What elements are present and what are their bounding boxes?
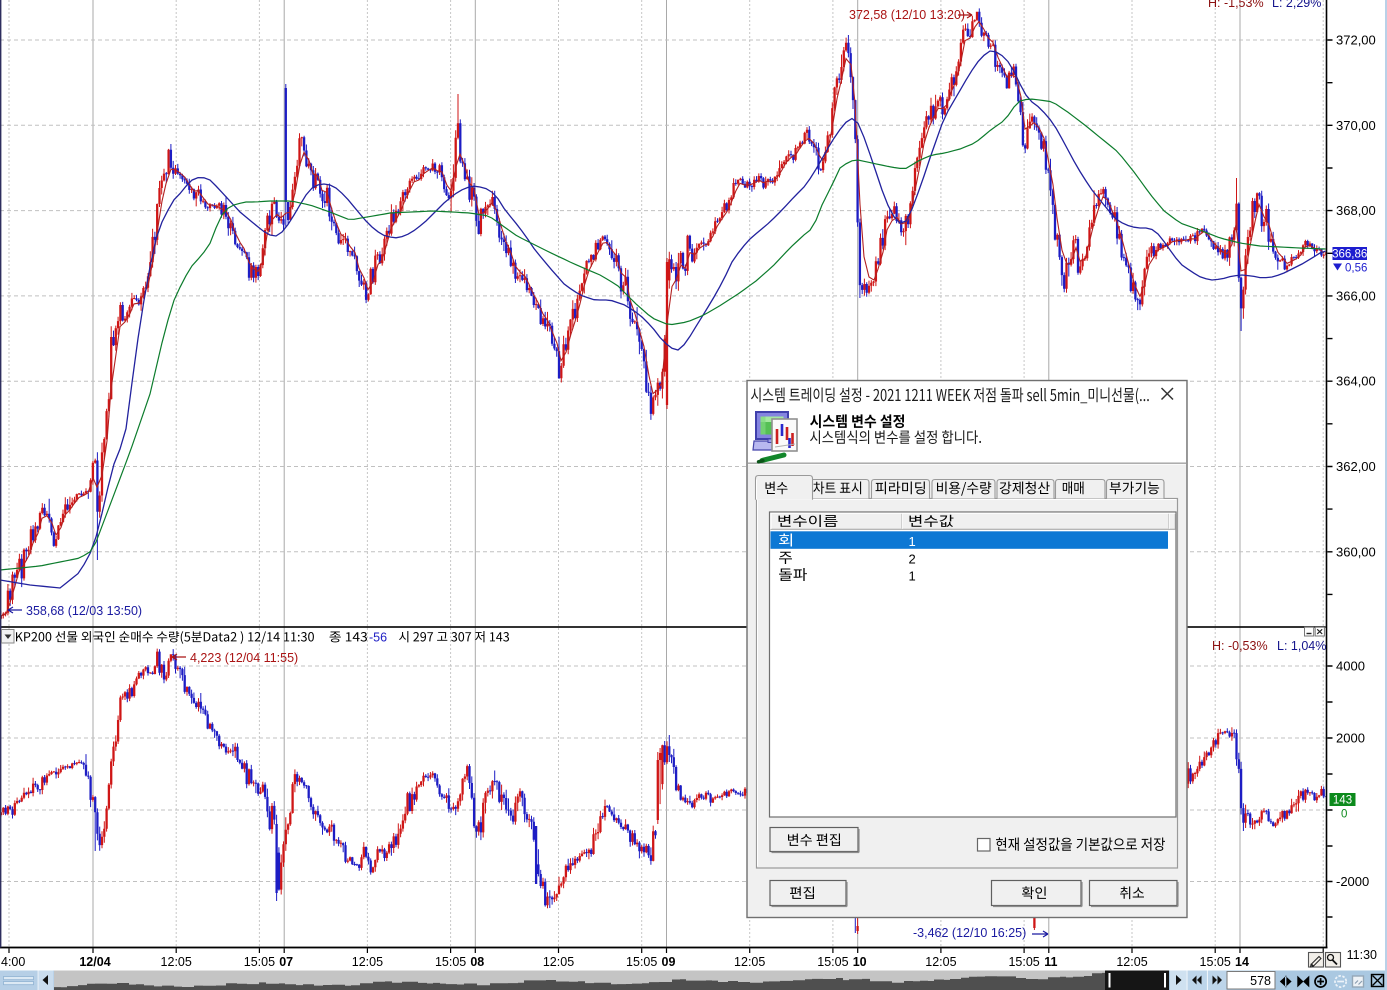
svg-text:1: 1 xyxy=(909,569,916,584)
svg-text:370,00: 370,00 xyxy=(1336,118,1376,133)
svg-text:08: 08 xyxy=(470,955,484,969)
svg-text:07: 07 xyxy=(279,955,293,969)
svg-text:15:05: 15:05 xyxy=(1008,955,1039,969)
svg-text:15:05: 15:05 xyxy=(1200,955,1231,969)
svg-text:372,58 (12/10 13:20): 372,58 (12/10 13:20) xyxy=(849,8,965,22)
svg-text:L: 2,29%: L: 2,29% xyxy=(1272,0,1321,10)
svg-text:15:05: 15:05 xyxy=(626,955,657,969)
svg-text:2000: 2000 xyxy=(1336,731,1365,746)
svg-text:09: 09 xyxy=(662,955,676,969)
svg-text:4,223 (12/04 11:55): 4,223 (12/04 11:55) xyxy=(190,651,298,665)
svg-text:2: 2 xyxy=(909,552,916,567)
svg-text:11: 11 xyxy=(1044,955,1057,969)
svg-text:368,00: 368,00 xyxy=(1336,203,1376,218)
svg-text:12:05: 12:05 xyxy=(1116,955,1147,969)
svg-text:143: 143 xyxy=(1333,795,1352,807)
svg-text:358,68 (12/03 13:50): 358,68 (12/03 13:50) xyxy=(26,604,142,618)
svg-text:360,00: 360,00 xyxy=(1336,544,1376,559)
svg-text:-3,462 (12/10 16:25): -3,462 (12/10 16:25) xyxy=(913,926,1026,940)
svg-text:4:00: 4:00 xyxy=(1,955,25,969)
svg-text:372,00: 372,00 xyxy=(1336,33,1376,48)
svg-text:4000: 4000 xyxy=(1336,659,1365,674)
svg-text:1: 1 xyxy=(909,534,916,549)
svg-text:366,86: 366,86 xyxy=(1332,249,1367,261)
svg-text:-2000: -2000 xyxy=(1336,874,1369,889)
svg-text:15:05: 15:05 xyxy=(244,955,275,969)
svg-text:12:05: 12:05 xyxy=(543,955,574,969)
svg-text:0: 0 xyxy=(1341,809,1347,821)
svg-text:15:05: 15:05 xyxy=(817,955,848,969)
svg-text:H: -0,53%: H: -0,53% xyxy=(1212,639,1268,653)
svg-text:14: 14 xyxy=(1235,955,1249,969)
svg-text:362,00: 362,00 xyxy=(1336,459,1376,474)
svg-text:0,56: 0,56 xyxy=(1345,263,1367,275)
svg-text:12:05: 12:05 xyxy=(161,955,192,969)
svg-text:12:05: 12:05 xyxy=(352,955,383,969)
svg-text:-56: -56 xyxy=(369,631,387,645)
svg-text:12/04: 12/04 xyxy=(79,955,110,969)
svg-text:10: 10 xyxy=(853,955,867,969)
svg-text:12:05: 12:05 xyxy=(734,955,765,969)
svg-text:364,00: 364,00 xyxy=(1336,374,1376,389)
svg-text:15:05: 15:05 xyxy=(435,955,466,969)
svg-text:12:05: 12:05 xyxy=(925,955,956,969)
svg-text:L: 1,04%: L: 1,04% xyxy=(1277,639,1326,653)
svg-text:H: -1,53%: H: -1,53% xyxy=(1208,0,1264,10)
svg-text:578: 578 xyxy=(1250,974,1271,988)
svg-text:366,00: 366,00 xyxy=(1336,288,1376,303)
svg-text:11:30: 11:30 xyxy=(1347,948,1377,962)
